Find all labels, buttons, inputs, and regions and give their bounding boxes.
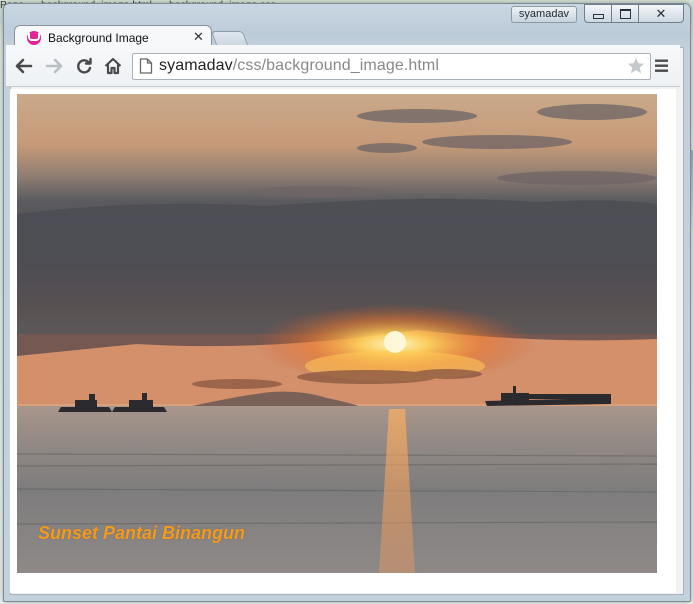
- sunset-photo: [17, 94, 657, 573]
- address-bar[interactable]: syamadav/css/background_image.html: [132, 53, 651, 80]
- browser-toolbar: syamadav/css/background_image.html: [6, 45, 680, 87]
- maximize-icon: [619, 8, 631, 19]
- url-host: syamadav: [159, 57, 233, 74]
- minimize-button[interactable]: [584, 4, 612, 23]
- url-text: syamadav/css/background_image.html: [159, 57, 439, 75]
- menu-icon[interactable]: [655, 59, 669, 73]
- sunset-background-image: Sunset Pantai Binangun: [17, 94, 657, 573]
- forward-button[interactable]: [42, 54, 66, 78]
- page-icon: [139, 58, 153, 74]
- home-icon: [104, 57, 122, 75]
- back-arrow-icon: [15, 58, 33, 74]
- image-caption: Sunset Pantai Binangun: [38, 523, 246, 543]
- profile-badge[interactable]: syamadav: [511, 6, 577, 23]
- favicon-icon: [27, 31, 41, 45]
- minimize-icon: [592, 14, 604, 19]
- star-icon[interactable]: [627, 57, 645, 75]
- page-viewport: Sunset Pantai Binangun: [10, 89, 676, 593]
- close-icon: ✕: [655, 6, 667, 21]
- back-button[interactable]: [12, 54, 36, 78]
- reload-icon: [77, 57, 92, 74]
- home-button[interactable]: [101, 54, 125, 78]
- url-path: /css/background_image.html: [232, 57, 439, 74]
- tab-close-icon[interactable]: ✕: [193, 29, 204, 45]
- tab-title: Background Image: [48, 31, 149, 45]
- reload-button[interactable]: [72, 54, 96, 78]
- window-close-button[interactable]: ✕: [638, 4, 684, 23]
- maximize-button[interactable]: [611, 4, 639, 23]
- forward-arrow-icon: [45, 58, 63, 74]
